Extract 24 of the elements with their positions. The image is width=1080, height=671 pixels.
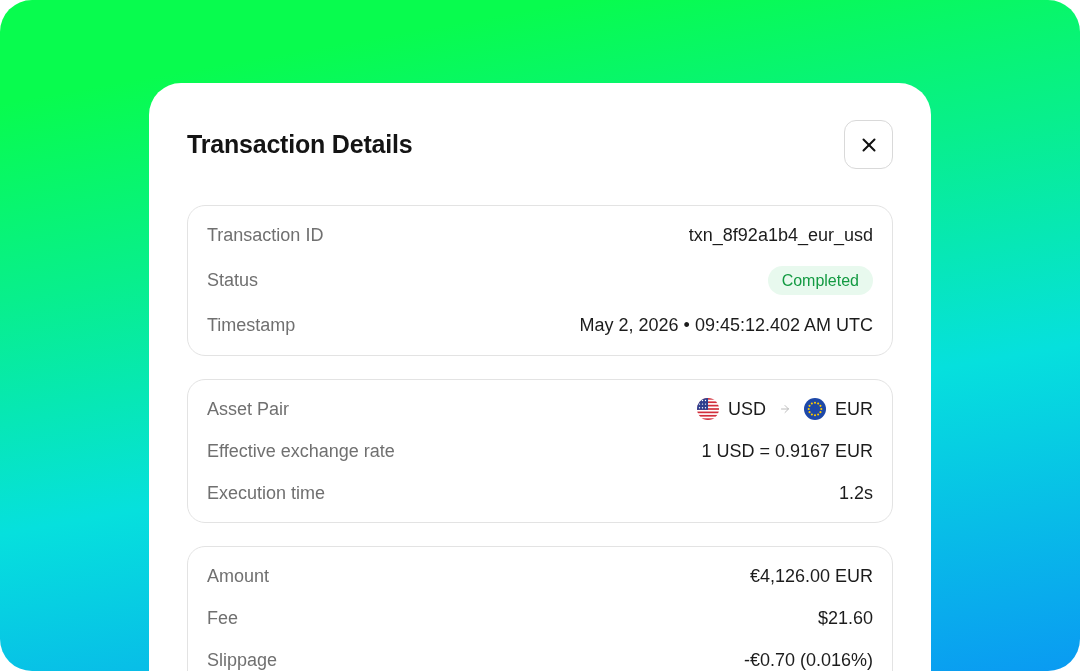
status-badge: Completed	[767, 266, 873, 295]
detail-label: Asset Pair	[207, 398, 290, 420]
us-flag-icon	[696, 398, 719, 420]
eu-flag-icon	[804, 398, 826, 420]
currency-code: EUR	[835, 398, 873, 420]
detail-label: Timestamp	[207, 315, 296, 336]
detail-value: txn_8f92a1b4_eur_usd	[688, 225, 873, 246]
detail-label: Amount	[207, 565, 270, 587]
detail-label: Execution time	[207, 482, 326, 504]
detail-value: €4,126.00 EUR	[749, 565, 873, 587]
detail-label: Status	[207, 270, 259, 291]
detail-label: Effective exchange rate	[207, 440, 395, 462]
close-button[interactable]	[844, 120, 893, 169]
detail-value: 1 USD = 0.9167 EUR	[701, 440, 873, 462]
currency-code: USD	[727, 398, 766, 420]
detail-value: 1.2s	[838, 482, 873, 504]
detail-value: May 2, 2026 • 09:45:12.402 AM UTC	[579, 315, 873, 336]
detail-label: Fee	[207, 607, 239, 629]
dialog-title: Transaction Details	[187, 128, 413, 160]
detail-value: $21.60	[817, 607, 873, 629]
detail-value: -€0.70 (0.016%)	[743, 649, 873, 671]
detail-label: Slippage	[207, 649, 278, 671]
detail-label: Transaction ID	[207, 225, 324, 246]
arrow-right-icon	[779, 403, 791, 415]
